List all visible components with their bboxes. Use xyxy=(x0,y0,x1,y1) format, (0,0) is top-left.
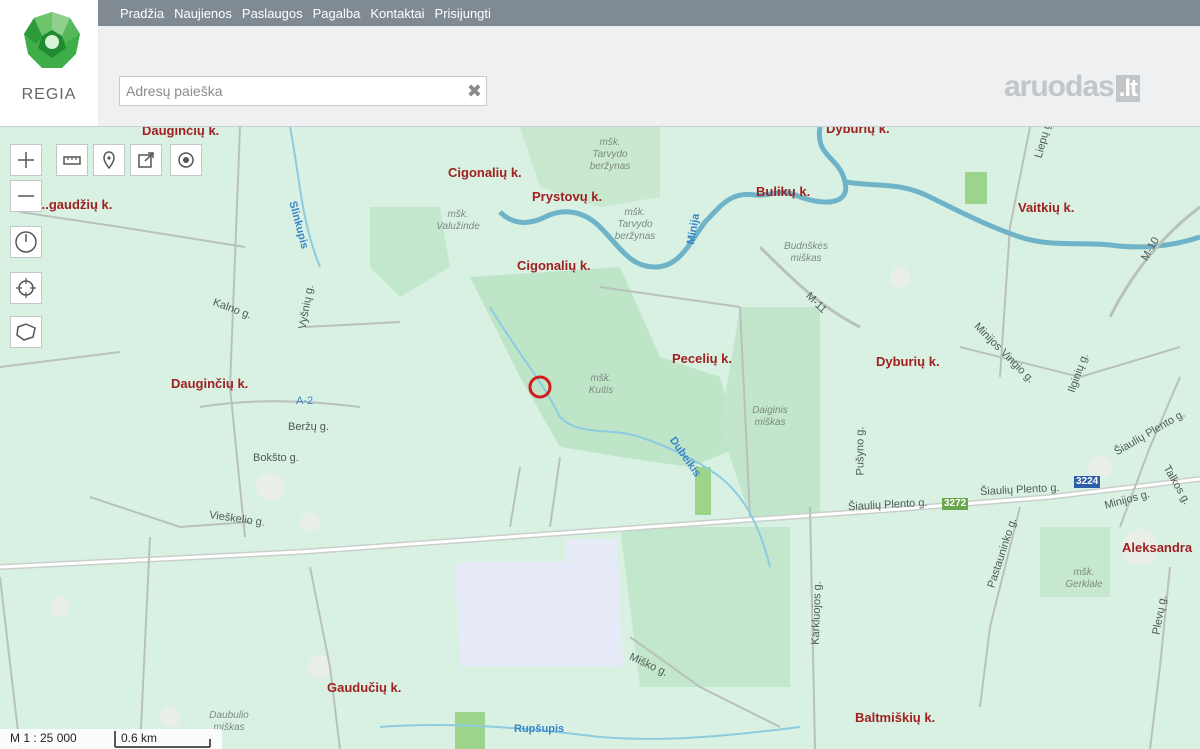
nav-link-pradzia[interactable]: Pradžia xyxy=(120,6,164,21)
history-button[interactable] xyxy=(10,226,42,258)
place-label: Cigonalių k. xyxy=(448,165,522,180)
address-search[interactable]: ✖ xyxy=(119,76,487,106)
place-label: Prystovų k. xyxy=(532,189,603,204)
scale-distance: 0.6 km xyxy=(121,731,158,745)
place-label: Bulikų k. xyxy=(756,184,811,199)
crosshair-button[interactable] xyxy=(10,272,42,304)
target-icon xyxy=(178,152,194,168)
share-button[interactable] xyxy=(130,144,162,176)
scale-ratio: M 1 : 25 000 xyxy=(10,731,77,745)
shape-icon xyxy=(16,323,36,341)
place-label: Dyburių k. xyxy=(826,127,890,136)
share-icon xyxy=(138,152,154,168)
logo-text: REGIA xyxy=(21,86,77,103)
draw-shape-button[interactable] xyxy=(10,316,42,348)
zoom-in-icon xyxy=(18,152,34,168)
map-pin-icon xyxy=(103,151,115,170)
place-label: Gaudučių k. xyxy=(327,680,402,695)
map-graphics xyxy=(0,127,1200,749)
top-nav: Pradžia Naujienos Paslaugos Pagalba Kont… xyxy=(0,0,1200,26)
map-canvas[interactable]: Dauginčių k. Cigonalių k. Prystovų k. Bu… xyxy=(0,127,1200,749)
place-label: Baltmiškių k. xyxy=(855,710,936,725)
locate-button[interactable] xyxy=(170,144,202,176)
forest-label: mšk. Kuitis xyxy=(588,373,614,396)
zoom-in-button[interactable] xyxy=(10,144,42,176)
place-label: ...gaudžių k. xyxy=(38,197,113,212)
m10-highway xyxy=(1108,205,1200,318)
forest-label: mšk. Valužinde xyxy=(436,209,480,232)
place-label: Cigonalių k. xyxy=(517,258,591,273)
place-label: Vaitkių k. xyxy=(1018,200,1075,215)
measure-ruler-icon xyxy=(63,156,81,165)
forest-label: mšk. Tarvydo beržynas xyxy=(614,207,656,242)
forest-label: Daiginis miškas xyxy=(752,405,788,428)
aruodas-logo[interactable]: aruodas .lt xyxy=(1004,70,1141,104)
road-label: Beržų g. xyxy=(288,421,329,433)
place-label: Pecelių k. xyxy=(672,351,732,366)
nav-link-pagalba[interactable]: Pagalba xyxy=(313,6,361,21)
nav-link-prisijungti[interactable]: Prisijungti xyxy=(435,6,491,21)
water-label: Rupšupis xyxy=(514,723,565,735)
industrial-area xyxy=(455,539,623,667)
map-scale: M 1 : 25 000 0.6 km xyxy=(0,729,222,749)
search-input[interactable] xyxy=(120,77,462,105)
regia-logo-icon xyxy=(24,12,80,68)
route-shield: 3272 xyxy=(942,498,969,510)
forest-label: mšk. Tarvydo beržynas xyxy=(589,137,631,172)
nav-link-naujienos[interactable]: Naujienos xyxy=(174,6,232,21)
forest-label: Budnškės miškas xyxy=(784,241,828,264)
clock-icon xyxy=(15,231,37,253)
measure-button[interactable] xyxy=(56,144,88,176)
close-icon[interactable]: ✖ xyxy=(467,81,482,101)
field-patch xyxy=(455,712,485,749)
brand-tld: .lt xyxy=(1115,75,1141,102)
road-label: Bokšto g. xyxy=(253,452,299,464)
rupsupis-stream xyxy=(379,724,801,740)
field-patch xyxy=(965,172,987,204)
place-label: Dauginčių k. xyxy=(171,376,249,391)
brand-name: aruodas xyxy=(1004,70,1115,103)
forest-label: mšk. Gerklale xyxy=(1065,567,1103,590)
nav-link-paslaugos[interactable]: Paslaugos xyxy=(242,6,303,21)
forest-area xyxy=(470,267,740,467)
crosshair-icon xyxy=(16,278,36,298)
place-label: Dauginčių k. xyxy=(142,127,220,138)
marker-button[interactable] xyxy=(93,144,125,176)
road-label: Pušyno g. xyxy=(854,426,867,476)
regia-logo[interactable]: REGIA xyxy=(0,0,98,126)
nav-link-kontaktai[interactable]: Kontaktai xyxy=(370,6,424,21)
zoom-out-button[interactable] xyxy=(10,180,42,212)
road-label: Karkluojos g. xyxy=(809,581,824,645)
header: ✖ aruodas.lt xyxy=(0,26,1200,127)
zoom-out-icon xyxy=(18,195,34,197)
place-label: Dyburių k. xyxy=(876,354,940,369)
highway-label: A-2 xyxy=(296,395,314,407)
place-label: Aleksandra xyxy=(1122,540,1193,555)
a2-road xyxy=(199,400,361,408)
route-shield: 3224 xyxy=(1074,476,1101,488)
